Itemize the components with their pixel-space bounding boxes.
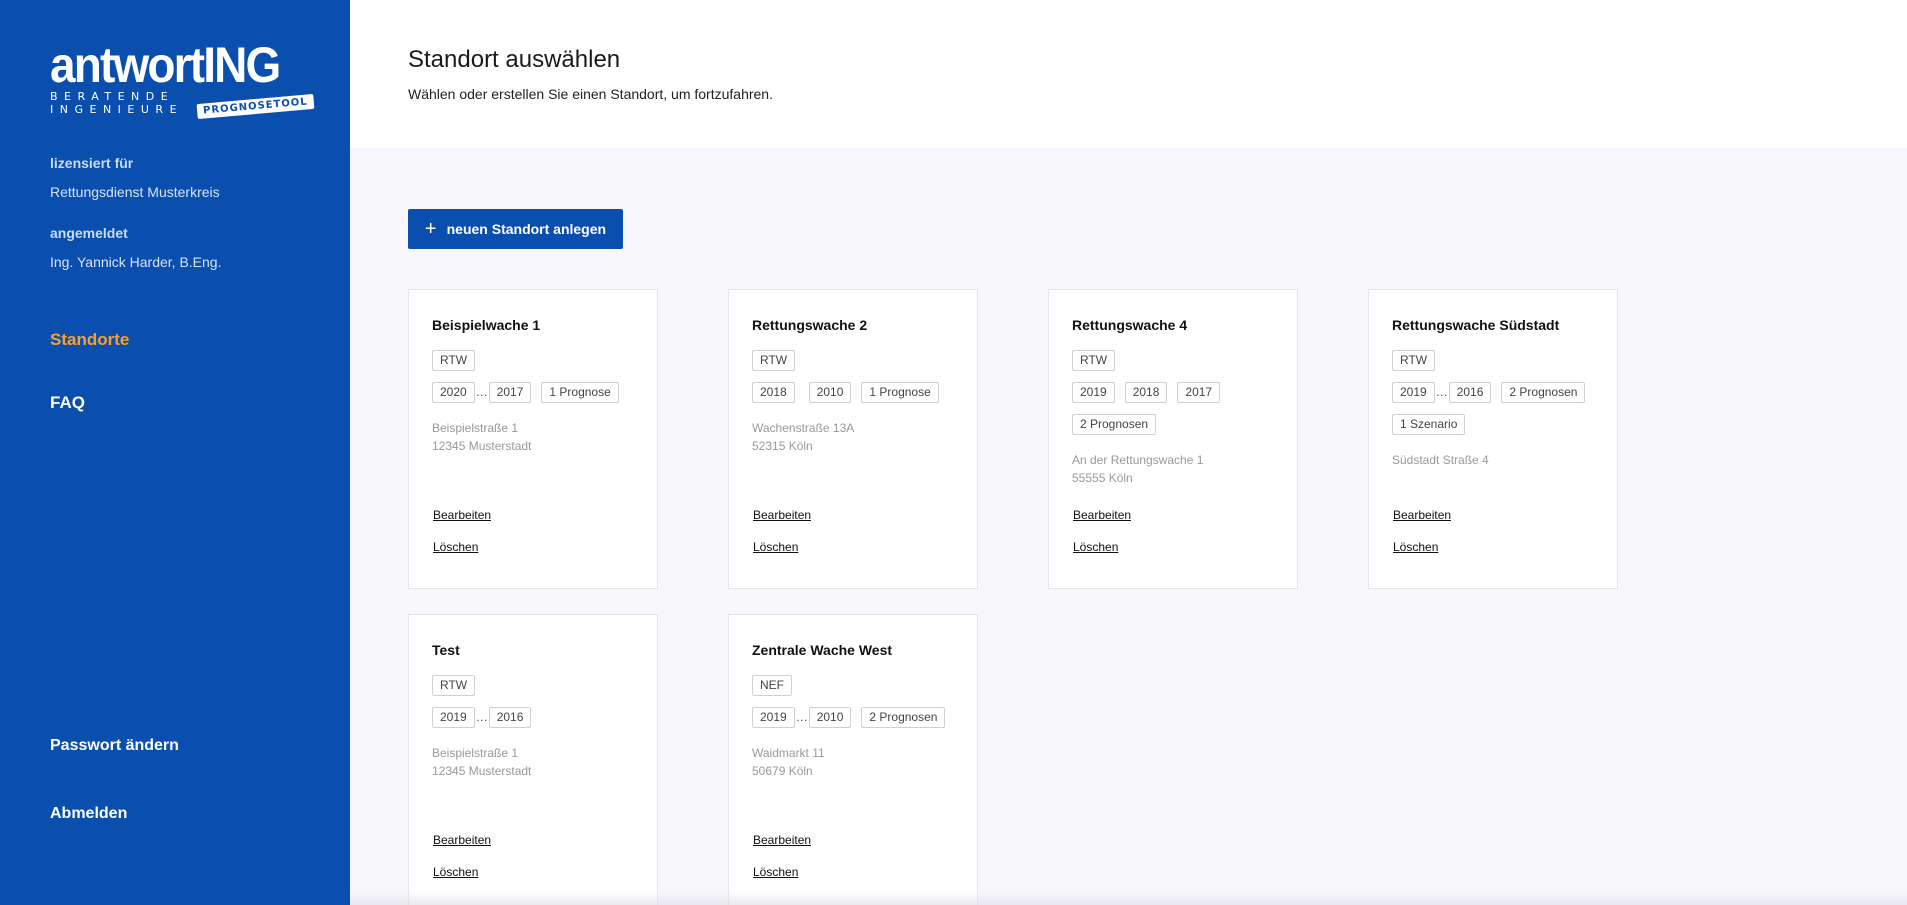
year-ellipsis: … xyxy=(795,710,808,724)
location-name: Beispielwache 1 xyxy=(432,317,541,333)
year-tag: 2019 xyxy=(752,707,795,728)
brand-logo[interactable]: antwortING BERATENDE INGENIEURE PROGNOSE… xyxy=(50,37,315,125)
year-tag: 2019 xyxy=(1072,382,1115,403)
add-location-label: neuen Standort anlegen xyxy=(446,221,607,237)
change-password-link[interactable]: Passwort ändern xyxy=(50,737,179,755)
nav-standorte[interactable]: Standorte xyxy=(50,330,129,350)
address-street: Beispielstraße 1 xyxy=(432,421,519,435)
delete-link[interactable]: Löschen xyxy=(433,865,478,879)
forecast-tag: 1 Prognose xyxy=(861,382,939,403)
location-name: Rettungswache 4 xyxy=(1072,317,1188,333)
year-tag: 2020 xyxy=(432,382,475,403)
location-address: An der Rettungswache 1 55555 Köln xyxy=(1072,451,1203,487)
nav-faq[interactable]: FAQ xyxy=(50,393,85,413)
vehicle-tag: NEF xyxy=(752,675,792,696)
location-name: Rettungswache Südstadt xyxy=(1392,317,1560,333)
brand-name: antwortING xyxy=(50,37,281,93)
address-city: 55555 Köln xyxy=(1072,471,1133,485)
page-header: Standort auswählen Wählen oder erstellen… xyxy=(350,0,1907,148)
location-address: Waidmarkt 11 50679 Köln xyxy=(752,744,825,780)
location-address: Südstadt Straße 4 xyxy=(1392,451,1489,469)
sidebar: antwortING BERATENDE INGENIEURE PROGNOSE… xyxy=(0,0,350,905)
year-tag: 2010 xyxy=(808,382,852,403)
address-city: 12345 Musterstadt xyxy=(432,764,532,778)
forecast-tag: 2 Prognosen xyxy=(1501,382,1586,403)
delete-link[interactable]: Löschen xyxy=(753,540,798,554)
year-ellipsis: … xyxy=(475,710,488,724)
scenario-tag: 1 Szenario xyxy=(1392,414,1466,435)
edit-link[interactable]: Bearbeiten xyxy=(1393,508,1451,522)
address-street: Beispielstraße 1 xyxy=(432,746,519,760)
address-street: Südstadt Straße 4 xyxy=(1392,453,1489,467)
edit-link[interactable]: Bearbeiten xyxy=(753,833,811,847)
year-tag: 2016 xyxy=(1448,382,1492,403)
address-street: Waidmarkt 11 xyxy=(752,746,825,760)
license-label: lizensiert für xyxy=(50,155,134,171)
location-name: Rettungswache 2 xyxy=(752,317,868,333)
year-tag: 2016 xyxy=(488,707,532,728)
year-tag: 2017 xyxy=(1177,382,1221,403)
user-value: Ing. Yannick Harder, B.Eng. xyxy=(50,254,222,270)
delete-link[interactable]: Löschen xyxy=(433,540,478,554)
plus-icon: + xyxy=(424,218,437,240)
delete-link[interactable]: Löschen xyxy=(1073,540,1118,554)
location-card: Rettungswache Südstadt RTW 2019 … 2016 2… xyxy=(1368,289,1618,589)
vehicle-tag: RTW xyxy=(1392,350,1436,371)
location-name: Zentrale Wache West xyxy=(752,642,893,658)
address-city: 52315 Köln xyxy=(752,439,813,453)
location-card: Rettungswache 2 RTW 2018 … 2010 1 Progno… xyxy=(728,289,978,589)
location-card: Beispielwache 1 RTW 2020 … 2017 1 Progno… xyxy=(408,289,658,589)
bottom-shadow xyxy=(350,891,1907,905)
year-tag: 2019 xyxy=(432,707,475,728)
logout-link[interactable]: Abmelden xyxy=(50,805,127,823)
address-city: 50679 Köln xyxy=(752,764,813,778)
address-city: 12345 Musterstadt xyxy=(432,439,532,453)
page-subtitle: Wählen oder erstellen Sie einen Standort… xyxy=(408,86,773,102)
location-address: Beispielstraße 1 12345 Musterstadt xyxy=(432,419,531,455)
location-card: Zentrale Wache West NEF 2019 … 2010 2 Pr… xyxy=(728,614,978,905)
edit-link[interactable]: Bearbeiten xyxy=(1073,508,1131,522)
address-street: An der Rettungswache 1 xyxy=(1072,453,1204,467)
license-value: Rettungsdienst Musterkreis xyxy=(50,184,220,200)
address-street: Wachenstraße 13A xyxy=(752,421,855,435)
forecast-tag: 1 Prognose xyxy=(541,382,619,403)
location-name: Test xyxy=(432,642,460,658)
edit-link[interactable]: Bearbeiten xyxy=(753,508,811,522)
vehicle-tag: RTW xyxy=(752,350,796,371)
add-location-button[interactable]: + neuen Standort anlegen xyxy=(408,209,623,249)
page-title: Standort auswählen xyxy=(408,46,621,73)
location-address: Wachenstraße 13A 52315 Köln xyxy=(752,419,854,455)
delete-link[interactable]: Löschen xyxy=(1393,540,1438,554)
vehicle-tag: RTW xyxy=(432,675,476,696)
vehicle-tag: RTW xyxy=(1072,350,1116,371)
year-tag: 2018 xyxy=(752,382,795,403)
year-tag: 2019 xyxy=(1392,382,1435,403)
location-card: Rettungswache 4 RTW 2019 2018 2017 2 Pro… xyxy=(1048,289,1298,589)
user-label: angemeldet xyxy=(50,225,128,241)
delete-link[interactable]: Löschen xyxy=(753,865,798,879)
year-ellipsis: … xyxy=(1435,385,1448,399)
vehicle-tag: RTW xyxy=(432,350,476,371)
year-tag: 2018 xyxy=(1124,382,1168,403)
year-ellipsis: … xyxy=(475,385,488,399)
forecast-tag: 2 Prognosen xyxy=(861,707,946,728)
forecast-tag: 2 Prognosen xyxy=(1072,414,1157,435)
location-address: Beispielstraße 1 12345 Musterstadt xyxy=(432,744,531,780)
edit-link[interactable]: Bearbeiten xyxy=(433,833,491,847)
location-card: Test RTW 2019 … 2016 Beispielstraße 1 12… xyxy=(408,614,658,905)
year-tag: 2010 xyxy=(808,707,852,728)
year-tag: 2017 xyxy=(488,382,532,403)
edit-link[interactable]: Bearbeiten xyxy=(433,508,491,522)
